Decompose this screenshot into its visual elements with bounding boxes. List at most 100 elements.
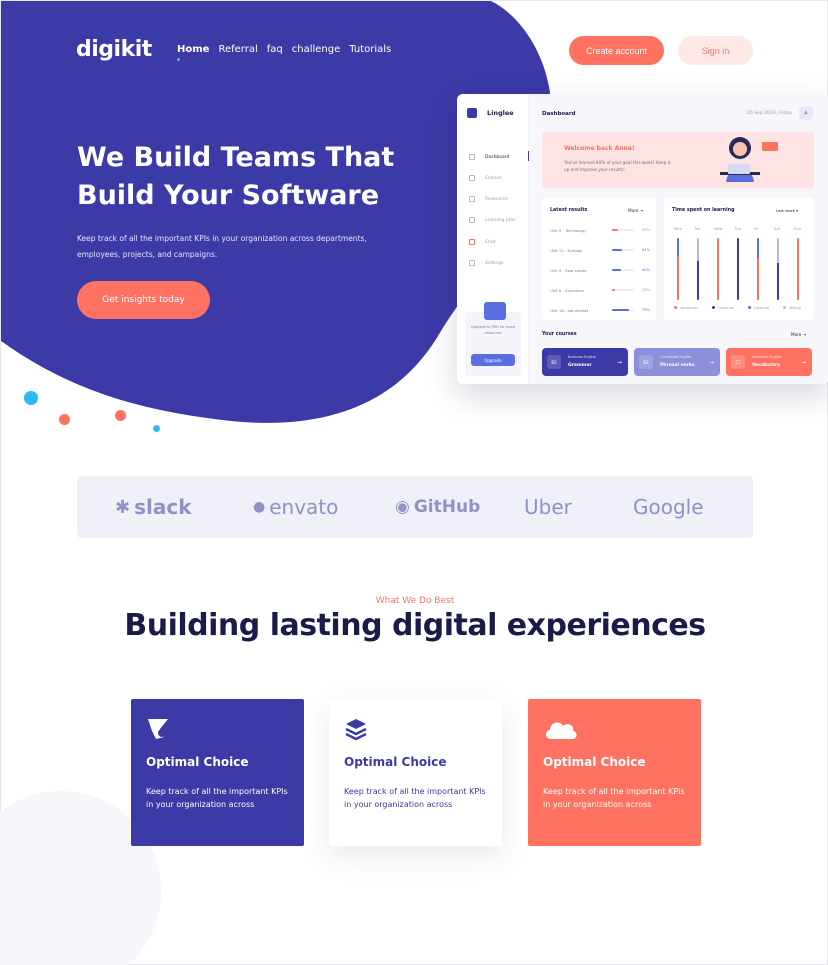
result-label: Unit 8 - Education bbox=[550, 288, 585, 293]
section-title: Building lasting digital experiences bbox=[124, 608, 706, 643]
shield-icon bbox=[148, 719, 168, 739]
decorative-dot bbox=[24, 391, 38, 405]
feature-card-2[interactable]: Optimal Choice Keep track of all the imp… bbox=[329, 699, 502, 846]
upgrade-button[interactable]: Upgrade bbox=[471, 354, 515, 366]
latest-results-card: Latest results More → Unit 5 - Technolog… bbox=[542, 198, 656, 320]
sidebar-item-label: Learning plan bbox=[485, 217, 516, 223]
feature-title: Optimal Choice bbox=[543, 755, 646, 769]
nav-challenge[interactable]: challenge bbox=[292, 44, 341, 55]
sidebar-item-settings[interactable]: Settings bbox=[469, 260, 529, 266]
sidebar-item-dashboard[interactable]: Dashboard bbox=[469, 151, 530, 161]
sidebar-item-resources[interactable]: Resources bbox=[469, 196, 529, 202]
edit-icon bbox=[469, 260, 475, 266]
result-label: Unit 9 - Real estate bbox=[550, 268, 587, 273]
course-card[interactable]: B2 Business English Grammar → bbox=[542, 348, 628, 376]
time-bar[interactable] bbox=[717, 238, 719, 300]
result-label: Unit 16 - Job market bbox=[550, 308, 589, 313]
result-progress-bar bbox=[612, 289, 634, 291]
create-account-button[interactable]: Create account bbox=[569, 36, 664, 65]
course-name: Phrasal verbs bbox=[660, 363, 695, 368]
courses-more-link[interactable]: More → bbox=[791, 332, 806, 337]
partner-name: Google bbox=[633, 495, 704, 519]
upgrade-text: Upgrade to PRO for more resources bbox=[470, 325, 516, 335]
time-bar[interactable] bbox=[777, 238, 779, 300]
search-icon[interactable]: ⌕ bbox=[799, 106, 813, 120]
folder-icon bbox=[469, 175, 475, 181]
nav-referral[interactable]: Referral bbox=[218, 44, 257, 55]
result-progress-fill bbox=[612, 249, 622, 251]
result-progress-bar bbox=[612, 229, 634, 231]
legend-item: Listening bbox=[748, 306, 769, 310]
course-card[interactable]: C1 American English Vocabulary → bbox=[726, 348, 812, 376]
more-label: More bbox=[791, 332, 802, 337]
nav-faq[interactable]: faq bbox=[267, 44, 283, 55]
sidebar-item-learning-plan[interactable]: Learning plan bbox=[469, 217, 529, 223]
dashboard-date: 20 Sep 2019, Friday bbox=[747, 111, 793, 116]
latest-more-link[interactable]: More → bbox=[628, 208, 643, 213]
dashboard-app-name: Linglee bbox=[487, 109, 514, 117]
legend-item: Grammar bbox=[712, 306, 734, 310]
time-bar[interactable] bbox=[677, 238, 679, 300]
sidebar-item-label: Dashboard bbox=[485, 154, 510, 160]
time-bar[interactable] bbox=[757, 238, 759, 300]
section-kicker: What We Do Best bbox=[375, 596, 455, 606]
result-progress-bar bbox=[612, 309, 634, 311]
feature-desc: Keep track of all the important KPIs in … bbox=[543, 787, 685, 809]
brand-logo[interactable]: digikit bbox=[76, 37, 152, 62]
arrow-right-icon: → bbox=[708, 359, 714, 366]
partner-logos-bar: ✱ slack ● envato ◉ GitHub Uber Google bbox=[77, 476, 753, 538]
result-progress-fill bbox=[612, 309, 629, 311]
google-logo: Google bbox=[633, 476, 704, 538]
course-card[interactable]: B2 Connected English Phrasal verbs → bbox=[634, 348, 720, 376]
result-row[interactable]: Unit 12 - Ecology 44% bbox=[550, 248, 652, 253]
result-row[interactable]: Unit 16 - Job market 75% bbox=[550, 308, 652, 313]
time-spent-card: Time spent on learning Last week ▾ Mon Tu… bbox=[664, 198, 814, 320]
legend-item: Writing bbox=[783, 306, 801, 310]
sidebar-item-label: Chat bbox=[485, 239, 496, 245]
feature-title: Optimal Choice bbox=[344, 755, 447, 769]
github-logo: ◉ GitHub bbox=[395, 476, 480, 538]
dashboard-main: Dashboard 20 Sep 2019, Friday ⌕ Welcome … bbox=[529, 94, 828, 384]
result-row[interactable]: Unit 9 - Real estate 40% bbox=[550, 268, 652, 273]
time-chart-legend: Vocabulary Grammar Listening Writing bbox=[674, 306, 801, 310]
nav-home[interactable]: Home bbox=[177, 44, 209, 61]
time-bar[interactable] bbox=[797, 238, 799, 300]
result-progress-bar bbox=[612, 249, 634, 251]
hero-title: We Build Teams That Build Your Software bbox=[77, 142, 395, 211]
sidebar-item-classes[interactable]: Classes bbox=[469, 175, 529, 181]
legend-item: Vocabulary bbox=[674, 306, 698, 310]
course-category: Business English bbox=[568, 355, 597, 359]
feature-card-1[interactable]: Optimal Choice Keep track of all the imp… bbox=[131, 699, 304, 846]
result-percent: 25% bbox=[642, 228, 650, 232]
day-label: Mon bbox=[674, 226, 683, 231]
arrow-right-icon: → bbox=[800, 359, 806, 366]
nav-tutorials[interactable]: Tutorials bbox=[349, 44, 391, 55]
partner-name: envato bbox=[269, 495, 339, 519]
upgrade-illustration bbox=[484, 302, 506, 320]
sidebar-item-chat[interactable]: Chat bbox=[469, 239, 529, 245]
layers-icon bbox=[345, 719, 367, 741]
github-icon: ◉ bbox=[395, 497, 410, 517]
result-progress-fill bbox=[612, 289, 616, 291]
result-row[interactable]: Unit 5 - Technology 25% bbox=[550, 228, 652, 233]
student-illustration bbox=[720, 137, 778, 182]
decorative-dot bbox=[59, 414, 70, 425]
feature-card-3[interactable]: Optimal Choice Keep track of all the imp… bbox=[528, 699, 701, 846]
welcome-title: Welcome back Anna! bbox=[564, 145, 635, 152]
time-bar[interactable] bbox=[737, 238, 739, 300]
result-percent: 75% bbox=[642, 308, 650, 312]
result-row[interactable]: Unit 8 - Education 15% bbox=[550, 288, 652, 293]
feature-desc: Keep track of all the important KPIs in … bbox=[344, 787, 486, 809]
sidebar-item-label: Classes bbox=[485, 175, 502, 181]
slack-logo: ✱ slack bbox=[115, 476, 192, 538]
get-insights-button[interactable]: Get insights today bbox=[77, 281, 210, 319]
course-level: B2 bbox=[547, 355, 561, 369]
result-percent: 40% bbox=[642, 268, 650, 272]
main-nav: Home Referral faq challenge Tutorials bbox=[177, 44, 391, 61]
sign-in-button[interactable]: Sign in bbox=[678, 36, 753, 65]
time-bar[interactable] bbox=[697, 238, 699, 300]
course-name: Vocabulary bbox=[752, 363, 781, 368]
result-label: Unit 5 - Technology bbox=[550, 228, 587, 233]
welcome-text: You've learned 80% of your goal this wee… bbox=[564, 160, 671, 172]
day-label: Tue bbox=[694, 226, 701, 231]
